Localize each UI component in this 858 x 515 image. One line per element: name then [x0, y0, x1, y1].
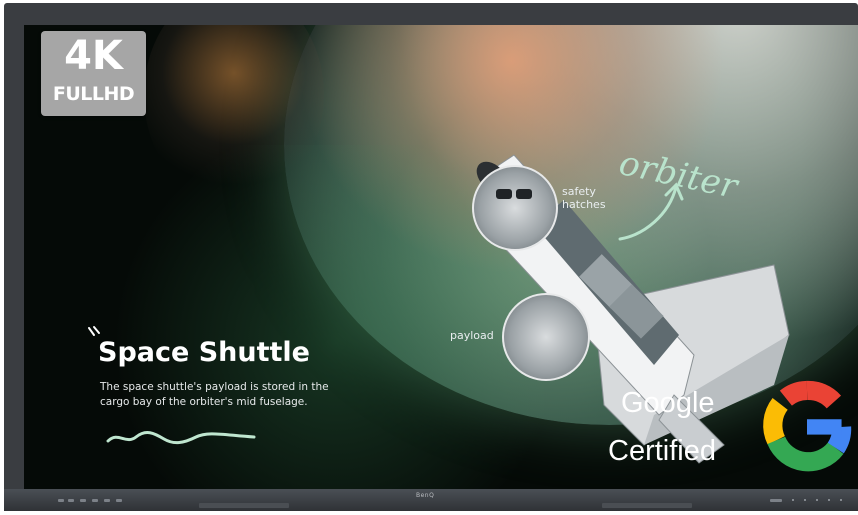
front-button[interactable] [828, 499, 830, 501]
front-port [58, 499, 64, 502]
google-text: Google [621, 387, 715, 419]
arrow-icon [618, 182, 684, 241]
front-port [116, 499, 122, 502]
certified-text: Certified [608, 435, 716, 467]
power-button[interactable] [770, 499, 782, 502]
brand-logo: BenQ [416, 492, 435, 499]
display-bottom-bezel: BenQ [4, 489, 858, 511]
badge-4k-text: 4K [64, 33, 123, 79]
badge-fullhd-text: FULLHD [52, 83, 135, 105]
front-port [80, 499, 86, 502]
payload-callout [502, 293, 590, 381]
front-button[interactable] [840, 499, 842, 501]
payload-label: payload [450, 329, 494, 342]
slide-description: The space shuttle's payload is stored in… [100, 381, 329, 408]
speaker-grille-left [199, 503, 289, 508]
front-port [92, 499, 98, 502]
interactive-display: safety hatches payload orbiter 4K FULLHD… [4, 3, 858, 511]
front-button[interactable] [816, 499, 818, 501]
display-screen: safety hatches payload orbiter 4K FULLHD… [24, 25, 858, 490]
safety-hatches-callout [472, 165, 558, 251]
hatch-window [516, 189, 532, 199]
front-port [68, 499, 74, 502]
safety-hatches-label: safety hatches [562, 185, 606, 211]
slide-title: Space Shuttle [98, 337, 310, 368]
front-port [104, 499, 110, 502]
hatch-window [496, 189, 512, 199]
speaker-grille-right [602, 503, 692, 508]
front-button[interactable] [804, 499, 806, 501]
resolution-badge: 4K FULLHD [41, 31, 146, 116]
google-g-logo-icon [763, 380, 852, 472]
squiggle-decoration [106, 431, 256, 445]
front-button[interactable] [792, 499, 794, 501]
